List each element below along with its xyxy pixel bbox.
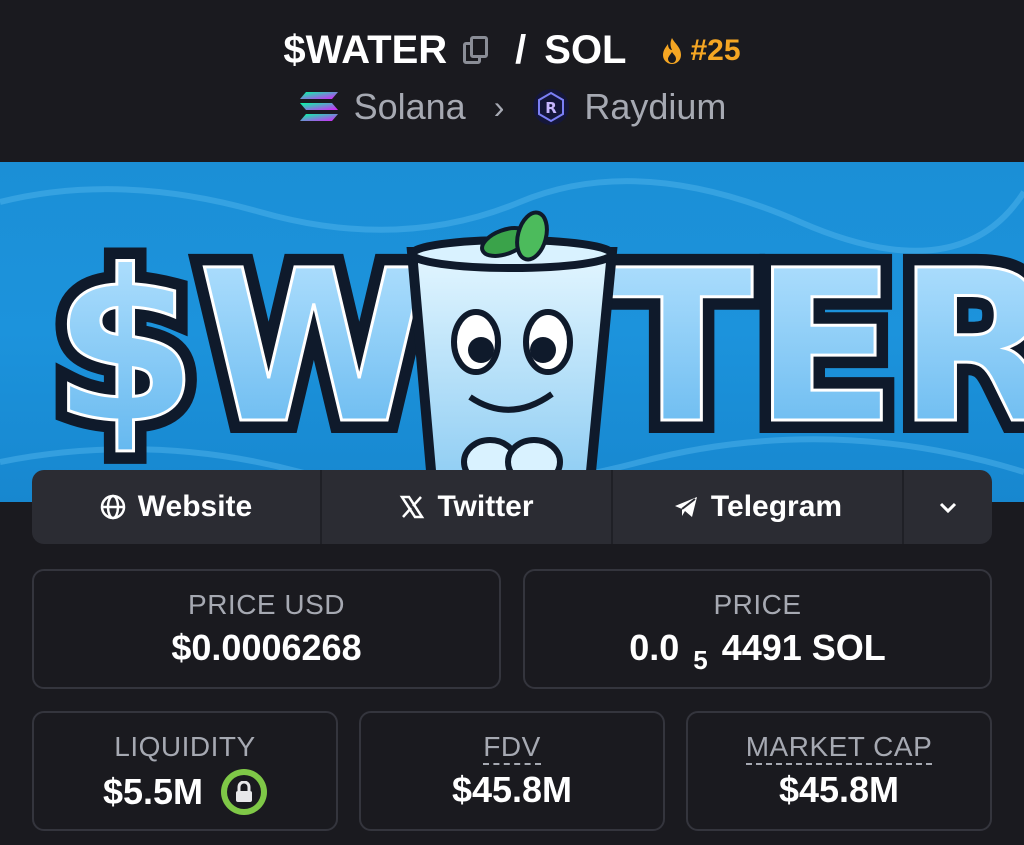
token-banner: $W $W TER TER	[0, 162, 1024, 502]
fdv-card: FDV $45.8M	[359, 711, 665, 831]
lock-icon	[236, 781, 253, 802]
liquidity-label: LIQUIDITY	[114, 731, 256, 762]
twitter-label: Twitter	[437, 490, 534, 523]
rank-label: #25	[690, 33, 741, 67]
market-cap-card: MARKET CAP $45.8M	[686, 711, 992, 831]
liquidity-locked-badge[interactable]	[221, 769, 268, 815]
solana-icon	[299, 92, 338, 121]
price-native-value: 0.0 5 4491 SOL	[525, 627, 990, 675]
telegram-icon	[674, 497, 697, 517]
telegram-label: Telegram	[710, 490, 843, 523]
price-native-card: PRICE 0.0 5 4491 SOL	[523, 569, 992, 689]
fdv-value: $45.8M	[451, 769, 573, 810]
twitter-button[interactable]: Twitter	[322, 470, 613, 544]
market-cap-label-wrap[interactable]: MARKET CAP	[688, 731, 990, 765]
website-label: Website	[137, 490, 253, 523]
flame-icon	[662, 37, 681, 64]
pair-title: $WATER / SOL #25	[0, 28, 1024, 73]
fdv-label: FDV	[483, 731, 541, 765]
chain-link[interactable]: Solana	[354, 86, 466, 128]
chevron-down-icon	[939, 502, 957, 514]
quote-symbol: SOL	[544, 28, 627, 72]
globe-icon	[100, 494, 125, 520]
liquidity-card: LIQUIDITY $5.5M	[32, 711, 338, 831]
fdv-label-wrap[interactable]: FDV	[361, 731, 663, 765]
banner-image: $W $W TER TER	[0, 178, 1024, 493]
svg-text:$W: $W	[52, 225, 430, 470]
price-usd-card: PRICE USD $0.0006268	[32, 569, 501, 689]
chevron-right-icon: ›	[493, 88, 505, 125]
token-symbol: $WATER	[283, 28, 448, 72]
market-cap-label: MARKET CAP	[745, 731, 933, 765]
pair-separator: /	[515, 28, 527, 72]
pair-header: $WATER / SOL #25 Solana › R Raydium	[0, 0, 1024, 162]
x-icon	[400, 495, 425, 519]
more-links-button[interactable]	[904, 470, 992, 544]
telegram-button[interactable]: Telegram	[613, 470, 904, 544]
price-usd-label: PRICE USD	[188, 589, 345, 620]
trending-rank[interactable]: #25	[659, 34, 741, 68]
price-suffix: 4491 SOL	[721, 627, 886, 668]
raydium-icon: R	[533, 89, 570, 125]
price-zero-count: 5	[693, 644, 708, 675]
website-button[interactable]: Website	[32, 470, 322, 544]
copy-icon[interactable]	[461, 34, 491, 68]
price-prefix: 0.0	[629, 627, 680, 668]
svg-text:TER: TER	[610, 225, 1024, 470]
liquidity-value: $5.5M	[102, 771, 204, 812]
breadcrumb: Solana › R Raydium	[0, 86, 1024, 128]
svg-text:R: R	[546, 99, 558, 117]
dex-link[interactable]: Raydium	[584, 86, 726, 128]
market-cap-value: $45.8M	[778, 769, 900, 810]
social-links-bar: Website Twitter Telegram	[32, 470, 992, 544]
price-usd-value: $0.0006268	[171, 627, 362, 668]
price-native-label: PRICE	[713, 589, 802, 620]
liquidity-value-row: $5.5M	[34, 769, 336, 815]
